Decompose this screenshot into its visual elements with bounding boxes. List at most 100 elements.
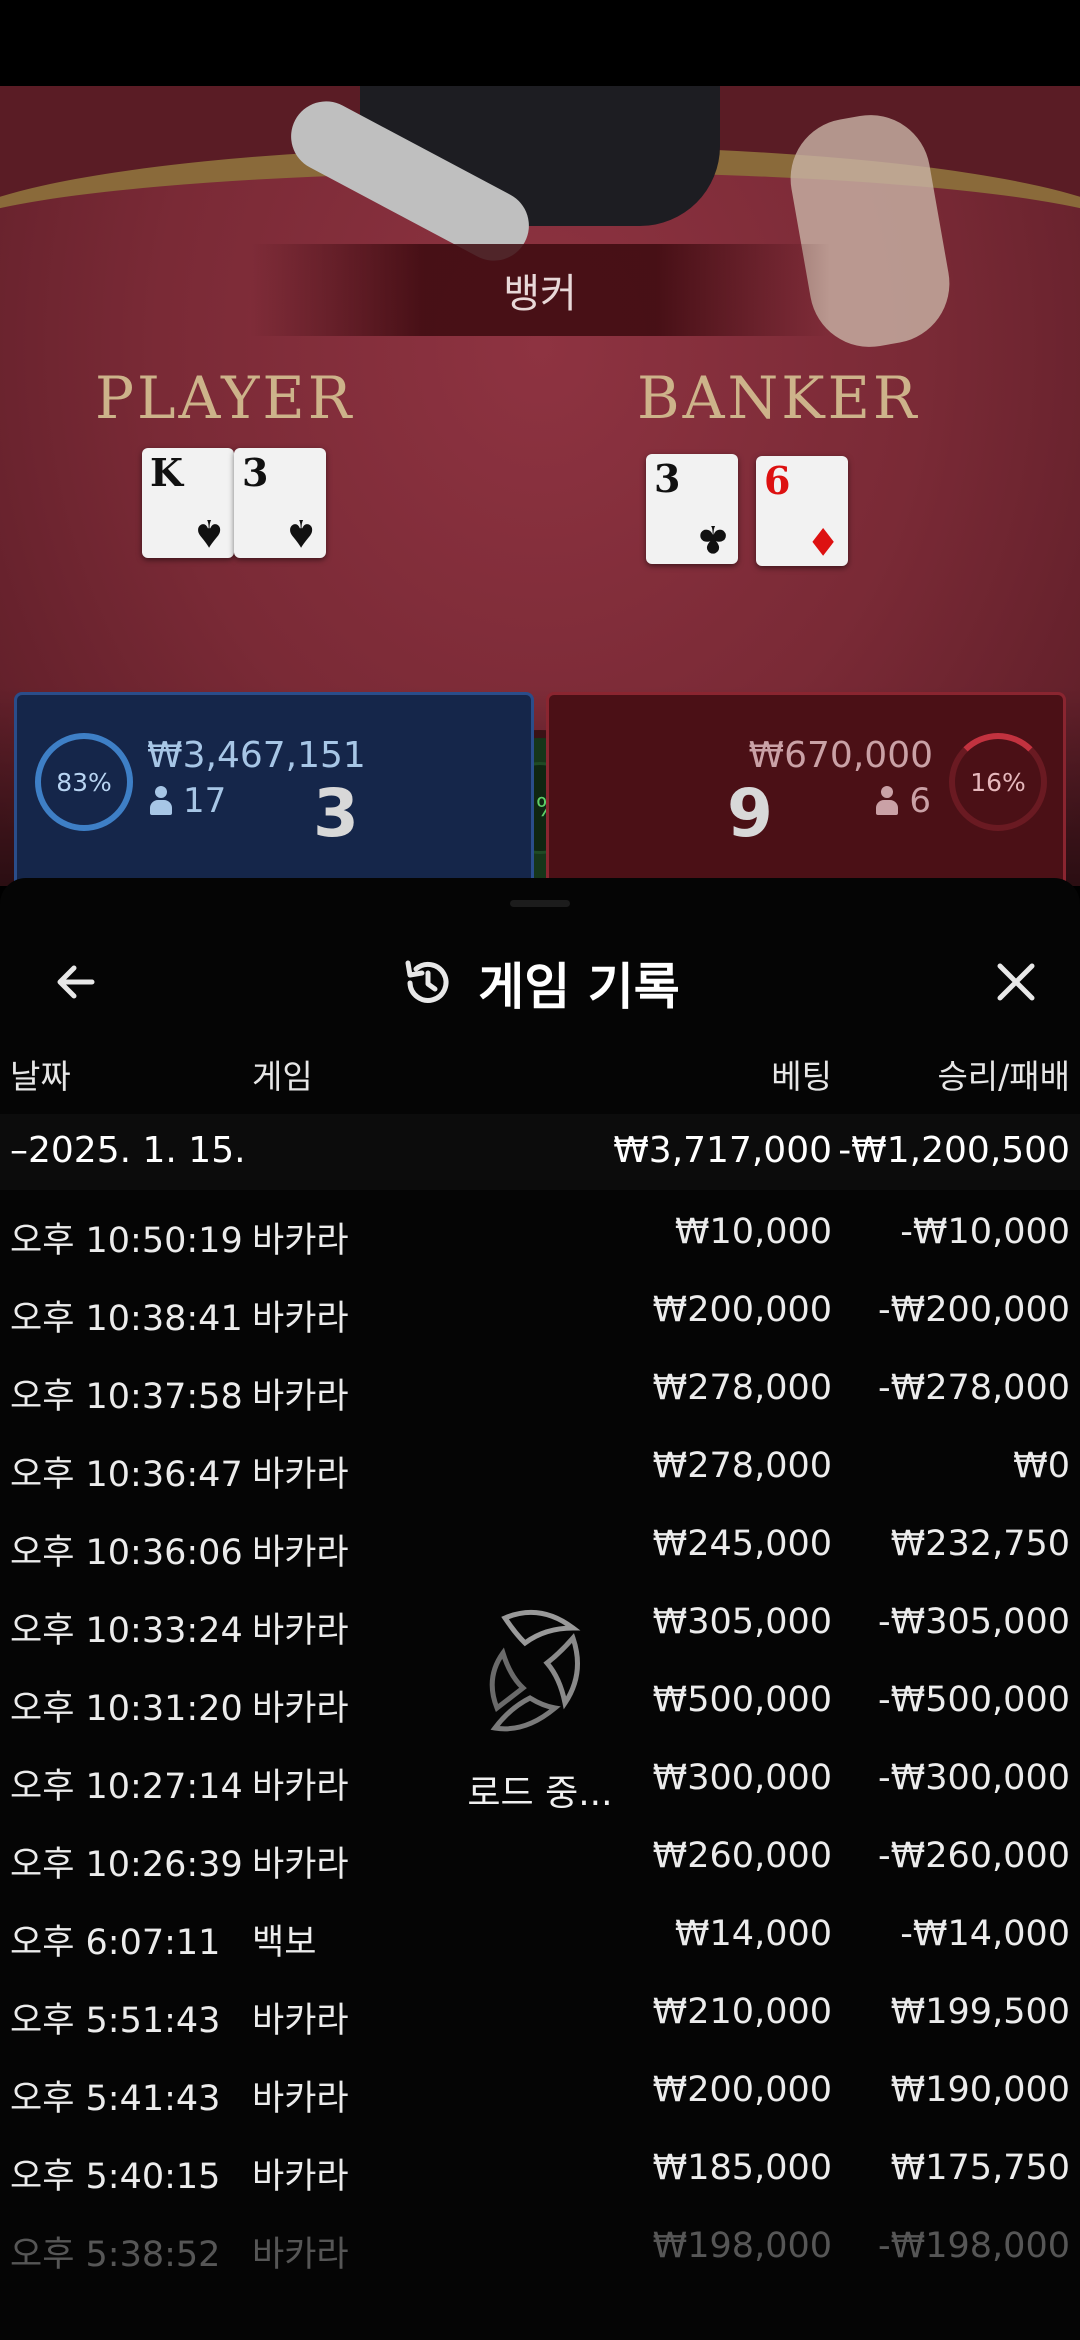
row-result: -₩198,000 (878, 2226, 1070, 2266)
row-game: 바카라 (252, 2235, 349, 2275)
row-time: 오후 10:31:20 (10, 1689, 243, 1729)
player-label: PLAYER (95, 364, 355, 432)
row-bet: ₩14,000 (674, 1914, 832, 1954)
history-row[interactable]: 오후 10:36:06 바카라 ₩245,000 ₩232,750 (0, 1510, 1080, 1588)
row-game: 백보 (252, 1923, 317, 1963)
day-date: –2025. 1. 15. (10, 1130, 246, 1171)
person-icon (875, 786, 899, 816)
row-bet: ₩500,000 (652, 1680, 832, 1720)
card-rank: K (150, 450, 184, 495)
column-headers: 날짜 게임 베팅 승리/패배 (0, 1046, 1080, 1096)
row-bet: ₩245,000 (652, 1524, 832, 1564)
card-suit: ♦ (805, 519, 840, 564)
history-row[interactable]: 오후 10:37:58 바카라 ₩278,000 -₩278,000 (0, 1354, 1080, 1432)
row-result: ₩175,750 (890, 2148, 1070, 2188)
row-time: 오후 10:36:06 (10, 1533, 243, 1573)
row-bet: ₩305,000 (652, 1602, 832, 1642)
row-time: 오후 5:38:52 (10, 2235, 221, 2275)
player-bet-panel[interactable]: 83% ₩3,467,151 17 3 (14, 692, 534, 892)
row-time: 오후 5:40:15 (10, 2157, 221, 2197)
row-game: 바카라 (252, 1299, 349, 1339)
game-history-sheet: 게임 기록 날짜 게임 베팅 승리/패배 –2025. 1. 15. ₩3,71… (0, 878, 1080, 2340)
banker-label: BANKER (637, 364, 920, 432)
banker-bettor-count: 6 (875, 781, 931, 821)
row-bet: ₩10,000 (674, 1212, 832, 1252)
player-card-1: K ♠ (142, 448, 234, 558)
card-rank: 3 (654, 456, 681, 501)
row-game: 바카라 (252, 2157, 349, 2197)
loading-indicator: 로드 중... (440, 1598, 640, 1818)
row-game: 바카라 (252, 1221, 349, 1261)
player-card-2: 3 ♠ (234, 448, 326, 558)
row-time: 오후 10:33:24 (10, 1611, 243, 1651)
card-suit: ♠ (283, 511, 318, 556)
row-game: 바카라 (252, 1767, 349, 1807)
person-icon (149, 786, 173, 816)
row-result: -₩14,000 (900, 1914, 1070, 1954)
history-row[interactable]: 오후 5:41:43 바카라 ₩200,000 ₩190,000 (0, 2056, 1080, 2134)
banker-card-2: 6 ♦ (756, 456, 848, 566)
row-result: -₩200,000 (878, 1290, 1070, 1330)
row-time: 오후 10:27:14 (10, 1767, 243, 1807)
row-result: -₩500,000 (878, 1680, 1070, 1720)
history-row[interactable]: 오후 5:38:52 바카라 ₩198,000 -₩198,000 (0, 2212, 1080, 2290)
banker-percent-ring: 16% (949, 733, 1047, 831)
row-game: 바카라 (252, 1611, 349, 1651)
card-rank: 6 (764, 458, 791, 503)
banker-bet-panel[interactable]: 16% ₩670,000 6 9 (546, 692, 1066, 892)
sheet-drag-handle[interactable] (510, 900, 570, 907)
day-summary-row[interactable]: –2025. 1. 15. ₩3,717,000 -₩1,200,500 (0, 1114, 1080, 1190)
row-bet: ₩200,000 (652, 1290, 832, 1330)
player-percent-ring: 83% (35, 733, 133, 831)
back-button[interactable] (44, 950, 108, 1014)
row-time: 오후 10:26:39 (10, 1845, 243, 1885)
history-row[interactable]: 오후 5:40:15 바카라 ₩185,000 ₩175,750 (0, 2134, 1080, 2212)
close-button[interactable] (984, 950, 1048, 1014)
player-count-value: 17 (183, 781, 227, 821)
row-result: -₩278,000 (878, 1368, 1070, 1408)
banker-bet-amount: ₩670,000 (748, 735, 933, 776)
card-suit: ♠ (191, 511, 226, 556)
banker-card-1: 3 ♣ (646, 454, 738, 564)
row-bet: ₩198,000 (652, 2226, 832, 2266)
row-bet: ₩278,000 (652, 1446, 832, 1486)
row-game: 바카라 (252, 1533, 349, 1573)
row-result: ₩190,000 (890, 2070, 1070, 2110)
row-game: 바카라 (252, 1845, 349, 1885)
row-time: 오후 5:41:43 (10, 2079, 221, 2119)
history-row[interactable]: 오후 10:26:39 바카라 ₩260,000 -₩260,000 (0, 1822, 1080, 1900)
row-game: 바카라 (252, 2079, 349, 2119)
card-rank: 3 (242, 450, 269, 495)
row-time: 오후 10:38:41 (10, 1299, 243, 1339)
row-result: -₩300,000 (878, 1758, 1070, 1798)
row-game: 바카라 (252, 1689, 349, 1729)
row-game: 바카라 (252, 1455, 349, 1495)
sheet-header: 게임 기록 (0, 928, 1080, 1038)
banker-count-value: 6 (909, 781, 931, 821)
history-row[interactable]: 오후 10:36:47 바카라 ₩278,000 ₩0 (0, 1432, 1080, 1510)
banker-score: 9 (727, 775, 773, 852)
history-row[interactable]: 오후 5:51:43 바카라 ₩210,000 ₩199,500 (0, 1978, 1080, 2056)
row-bet: ₩200,000 (652, 2070, 832, 2110)
player-bettor-count: 17 (149, 781, 226, 821)
day-bet-total: ₩3,717,000 (613, 1130, 832, 1171)
row-time: 오후 10:50:19 (10, 1221, 243, 1261)
row-result: -₩260,000 (878, 1836, 1070, 1876)
row-result: ₩232,750 (890, 1524, 1070, 1564)
row-bet: ₩300,000 (652, 1758, 832, 1798)
row-result: -₩305,000 (878, 1602, 1070, 1642)
player-bet-amount: ₩3,467,151 (147, 735, 366, 776)
day-result-total: -₩1,200,500 (838, 1130, 1070, 1171)
history-row[interactable]: 오후 10:50:19 바카라 ₩10,000 -₩10,000 (0, 1198, 1080, 1276)
history-row[interactable]: 오후 10:38:41 바카라 ₩200,000 -₩200,000 (0, 1276, 1080, 1354)
spinner-icon (489, 1609, 581, 1732)
row-time: 오후 5:51:43 (10, 2001, 221, 2041)
history-clock-icon (405, 960, 449, 1003)
row-bet: ₩185,000 (652, 2148, 832, 2188)
row-result: ₩0 (1013, 1446, 1070, 1486)
row-game: 바카라 (252, 1377, 349, 1417)
player-score: 3 (313, 775, 359, 852)
history-row[interactable]: 오후 6:07:11 백보 ₩14,000 -₩14,000 (0, 1900, 1080, 1978)
row-time: 오후 10:36:47 (10, 1455, 243, 1495)
row-result: ₩199,500 (890, 1992, 1070, 2032)
